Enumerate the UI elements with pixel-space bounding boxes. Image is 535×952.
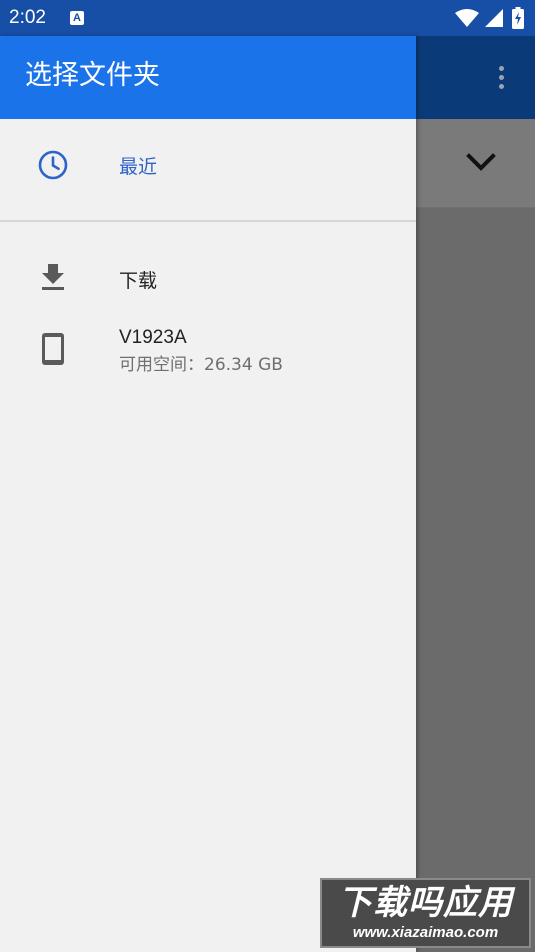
signal-icon xyxy=(485,9,503,27)
phone-icon xyxy=(42,333,64,365)
drawer-item-recent[interactable]: 最近 xyxy=(0,119,416,207)
drawer-header: 选择文件夹 xyxy=(0,36,416,119)
clock-icon xyxy=(38,150,68,180)
status-time: 2:02 xyxy=(9,7,46,28)
wifi-icon xyxy=(455,9,479,27)
drawer-item-device-free-space: 可用空间：26.34 GB xyxy=(119,355,283,375)
navigation-drawer: 选择文件夹 最近 下载 V1923A 可用空间：26.34 GB xyxy=(0,36,416,952)
watermark-url: www.xiazaimao.com xyxy=(352,924,499,941)
chevron-down-icon[interactable] xyxy=(466,150,496,176)
battery-icon xyxy=(512,7,524,29)
drawer-item-device[interactable]: V1923A 可用空间：26.34 GB xyxy=(0,316,416,390)
drawer-title: 选择文件夹 xyxy=(25,60,160,91)
more-vert-icon[interactable] xyxy=(498,66,506,92)
status-bar: 2:02 A xyxy=(0,0,535,36)
drawer-divider xyxy=(0,220,416,222)
drawer-item-recent-label: 最近 xyxy=(119,156,158,178)
drawer-item-downloads-label: 下载 xyxy=(119,270,158,292)
watermark-title: 下载吗应用 xyxy=(338,883,513,923)
drawer-item-device-label: V1923A xyxy=(119,327,187,348)
download-icon xyxy=(42,264,64,290)
app-notification-badge: A xyxy=(73,12,81,24)
watermark-logo: 下载吗应用 www.xiazaimao.com xyxy=(320,878,531,948)
app-notification-icon: A xyxy=(70,11,84,25)
drawer-item-downloads[interactable]: 下载 xyxy=(0,242,416,306)
